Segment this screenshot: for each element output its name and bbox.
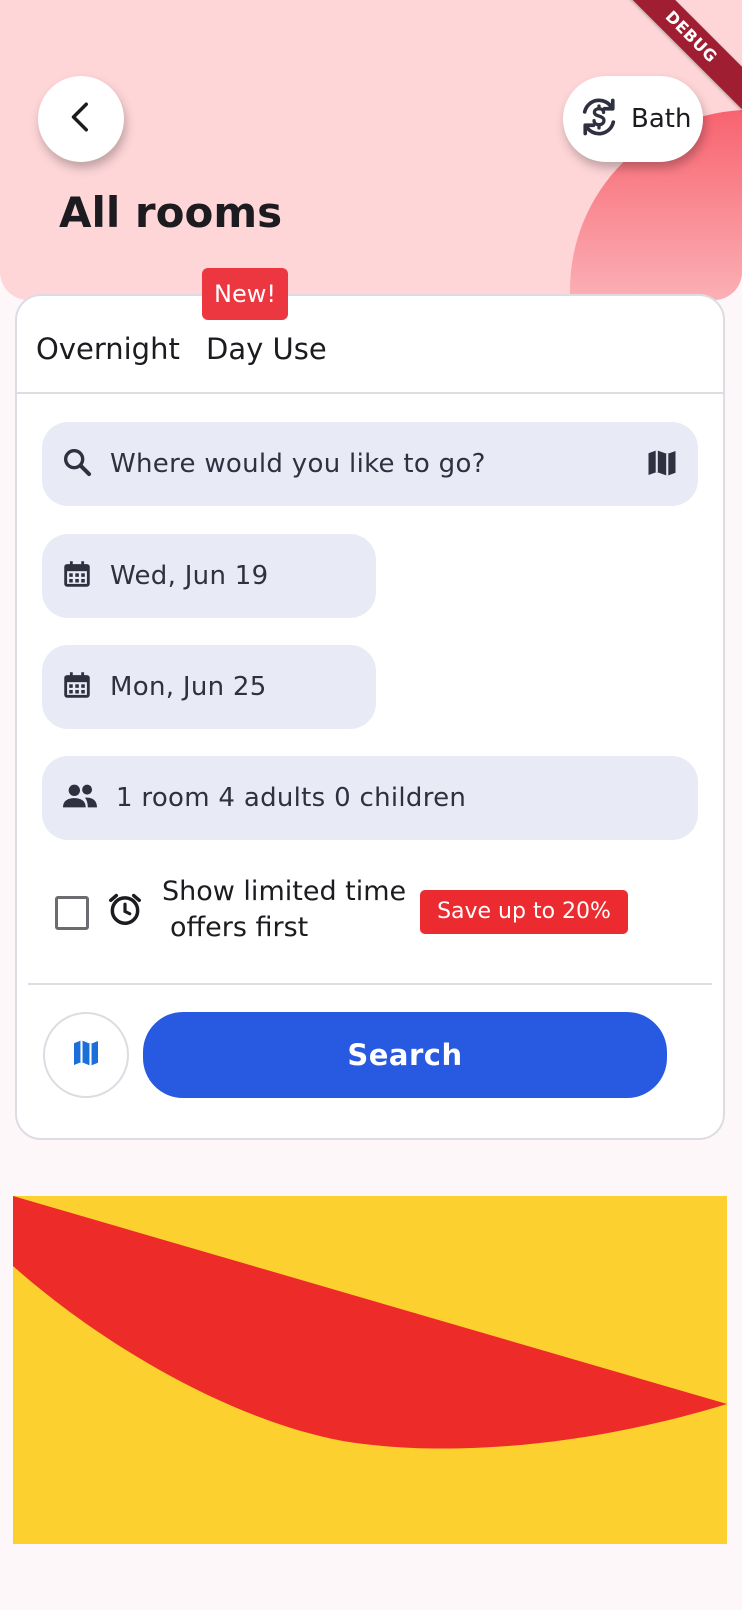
destination-search-field[interactable]: Where would you like to go? [42, 422, 698, 506]
search-icon [60, 445, 94, 483]
currency-label: Bath [631, 104, 692, 134]
check-in-date: Wed, Jun 19 [110, 561, 269, 591]
tab-day-use[interactable]: Day Use [206, 332, 327, 366]
save-badge: Save up to 20% [420, 890, 628, 934]
check-out-date-field[interactable]: Mon, Jun 25 [42, 645, 376, 729]
search-button[interactable]: Search [143, 1012, 667, 1098]
page-title: All rooms [59, 188, 283, 237]
currency-exchange-icon [577, 95, 621, 143]
map-icon[interactable] [644, 445, 680, 485]
limited-offers-checkbox[interactable] [55, 896, 89, 930]
map-view-button[interactable] [43, 1012, 129, 1098]
people-icon [60, 779, 100, 817]
back-icon [63, 99, 99, 139]
currency-button[interactable]: Bath [563, 76, 703, 162]
limited-offers-label-line1: Show limited time [162, 876, 407, 907]
search-placeholder: Where would you like to go? [110, 449, 486, 479]
guests-summary: 1 room 4 adults 0 children [116, 783, 467, 813]
limited-offers-label-line2: offers first [170, 912, 309, 943]
new-badge: New! [202, 268, 288, 320]
limited-offers-label: Show limited time offers first [162, 874, 412, 946]
map-icon [68, 1035, 104, 1075]
tab-divider [17, 392, 723, 394]
promo-banner-image[interactable] [13, 1196, 727, 1544]
check-out-date: Mon, Jun 25 [110, 672, 267, 702]
card-divider [28, 983, 712, 985]
alarm-icon [106, 890, 144, 932]
calendar-icon [60, 668, 94, 706]
check-in-date-field[interactable]: Wed, Jun 19 [42, 534, 376, 618]
back-button[interactable] [38, 76, 124, 162]
calendar-icon [60, 557, 94, 595]
guests-field[interactable]: 1 room 4 adults 0 children [42, 756, 698, 840]
tab-overnight[interactable]: Overnight [36, 332, 180, 366]
